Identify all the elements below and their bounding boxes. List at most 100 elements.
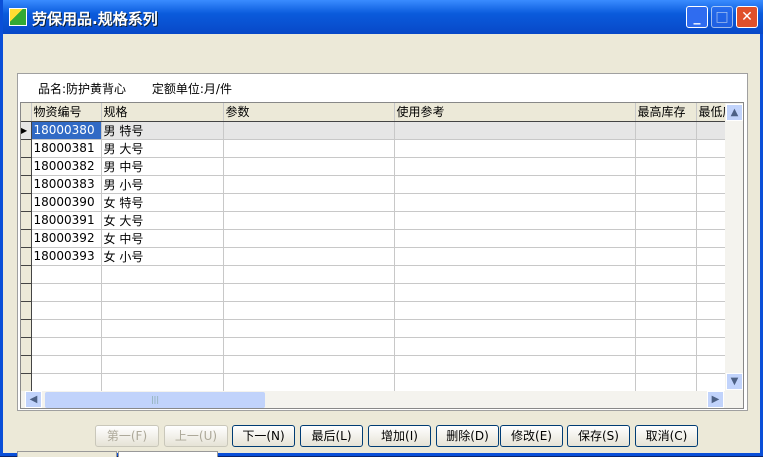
save-button[interactable]: 保存(S) — [567, 425, 630, 447]
cell[interactable] — [394, 193, 636, 212]
cell[interactable] — [394, 229, 636, 248]
table-row[interactable] — [21, 373, 738, 392]
cell[interactable] — [101, 265, 224, 284]
cell[interactable] — [635, 211, 697, 230]
cell[interactable] — [635, 121, 697, 140]
cell[interactable] — [394, 265, 636, 284]
cell[interactable] — [394, 319, 636, 338]
cell[interactable] — [635, 265, 697, 284]
table-row[interactable] — [21, 319, 738, 338]
last-button[interactable]: 最后(L) — [300, 425, 363, 447]
minimize-button[interactable]: _ — [686, 6, 708, 28]
edit-button[interactable]: 修改(E) — [500, 425, 563, 447]
cell[interactable] — [223, 301, 395, 320]
cell-code[interactable]: 18000393 — [31, 247, 102, 266]
cell-spec[interactable]: 男 特号 — [101, 121, 224, 140]
cell[interactable] — [394, 211, 636, 230]
cell-spec[interactable]: 男 大号 — [101, 139, 224, 158]
cell-spec[interactable]: 男 小号 — [101, 175, 224, 194]
cell[interactable] — [31, 301, 102, 320]
cell[interactable] — [635, 229, 697, 248]
cell-code[interactable]: 18000383 — [31, 175, 102, 194]
table-row[interactable]: 18000383 男 小号 — [21, 175, 738, 194]
cell[interactable] — [394, 301, 636, 320]
cell[interactable] — [394, 337, 636, 356]
column-header[interactable]: 最高库存 — [635, 103, 697, 122]
table-row[interactable] — [21, 283, 738, 302]
row-indicator[interactable] — [21, 319, 32, 338]
cell-spec[interactable]: 男 中号 — [101, 157, 224, 176]
scroll-right-icon[interactable]: ▶ — [707, 391, 724, 408]
table-row[interactable]: ▶ 18000380 男 特号 — [21, 121, 738, 140]
current-row-arrow-icon[interactable]: ▶ — [21, 121, 32, 140]
cell[interactable] — [635, 193, 697, 212]
cell[interactable] — [223, 157, 395, 176]
row-indicator[interactable] — [21, 175, 32, 194]
cell[interactable] — [101, 337, 224, 356]
cell[interactable] — [31, 355, 102, 374]
cell[interactable] — [635, 247, 697, 266]
cell[interactable] — [635, 301, 697, 320]
row-indicator[interactable] — [21, 247, 32, 266]
table-row[interactable] — [21, 265, 738, 284]
cell-code[interactable]: 18000381 — [31, 139, 102, 158]
row-indicator[interactable] — [21, 157, 32, 176]
scroll-thumb[interactable]: ||| — [45, 392, 265, 408]
cell[interactable] — [394, 175, 636, 194]
scroll-up-icon[interactable]: ▲ — [726, 104, 743, 121]
row-indicator[interactable] — [21, 301, 32, 320]
column-header[interactable]: 参数 — [223, 103, 395, 122]
cell[interactable] — [394, 139, 636, 158]
cell[interactable] — [223, 265, 395, 284]
cell-code[interactable]: 18000392 — [31, 229, 102, 248]
cell[interactable] — [635, 373, 697, 392]
row-indicator[interactable] — [21, 211, 32, 230]
table-row[interactable]: 18000381 男 大号 — [21, 139, 738, 158]
column-header[interactable]: 规格 — [101, 103, 224, 122]
cell[interactable] — [394, 157, 636, 176]
row-indicator[interactable] — [21, 139, 32, 158]
cell[interactable] — [31, 373, 102, 392]
tab-1[interactable] — [17, 451, 117, 457]
cell[interactable] — [394, 355, 636, 374]
cell[interactable] — [635, 283, 697, 302]
maximize-button[interactable]: □ — [711, 6, 733, 28]
cell[interactable] — [394, 247, 636, 266]
cell[interactable] — [101, 355, 224, 374]
column-header[interactable]: 使用参考 — [394, 103, 636, 122]
cell[interactable] — [635, 157, 697, 176]
cell[interactable] — [101, 319, 224, 338]
row-indicator[interactable] — [21, 355, 32, 374]
cell-spec[interactable]: 女 大号 — [101, 211, 224, 230]
table-row[interactable]: 18000390 女 特号 — [21, 193, 738, 212]
cell[interactable] — [223, 121, 395, 140]
cell[interactable] — [101, 301, 224, 320]
first-button[interactable]: 第一(F) — [95, 425, 159, 447]
cell[interactable] — [394, 373, 636, 392]
table-row[interactable]: 18000382 男 中号 — [21, 157, 738, 176]
cell-code[interactable]: 18000390 — [31, 193, 102, 212]
cell[interactable] — [223, 139, 395, 158]
cell[interactable] — [223, 319, 395, 338]
cell[interactable] — [101, 283, 224, 302]
cancel-button[interactable]: 取消(C) — [635, 425, 698, 447]
cell[interactable] — [101, 373, 224, 392]
cell[interactable] — [223, 247, 395, 266]
table-row[interactable]: 18000392 女 中号 — [21, 229, 738, 248]
close-button[interactable]: ✕ — [736, 6, 758, 28]
scroll-left-icon[interactable]: ◀ — [25, 391, 42, 408]
table-row[interactable] — [21, 301, 738, 320]
cell[interactable] — [635, 319, 697, 338]
cell-spec[interactable]: 女 中号 — [101, 229, 224, 248]
cell[interactable] — [635, 139, 697, 158]
horizontal-scrollbar[interactable]: ◀ ||| ▶ — [21, 391, 743, 408]
cell[interactable] — [223, 337, 395, 356]
table-row[interactable]: 18000391 女 大号 — [21, 211, 738, 230]
next-button[interactable]: 下一(N) — [232, 425, 295, 447]
table-row[interactable] — [21, 355, 738, 374]
table-row[interactable]: 18000393 女 小号 — [21, 247, 738, 266]
scroll-down-icon[interactable]: ▼ — [726, 373, 743, 390]
prev-button[interactable]: 上一(U) — [164, 425, 228, 447]
cell[interactable] — [31, 283, 102, 302]
cell-code[interactable]: 18000382 — [31, 157, 102, 176]
